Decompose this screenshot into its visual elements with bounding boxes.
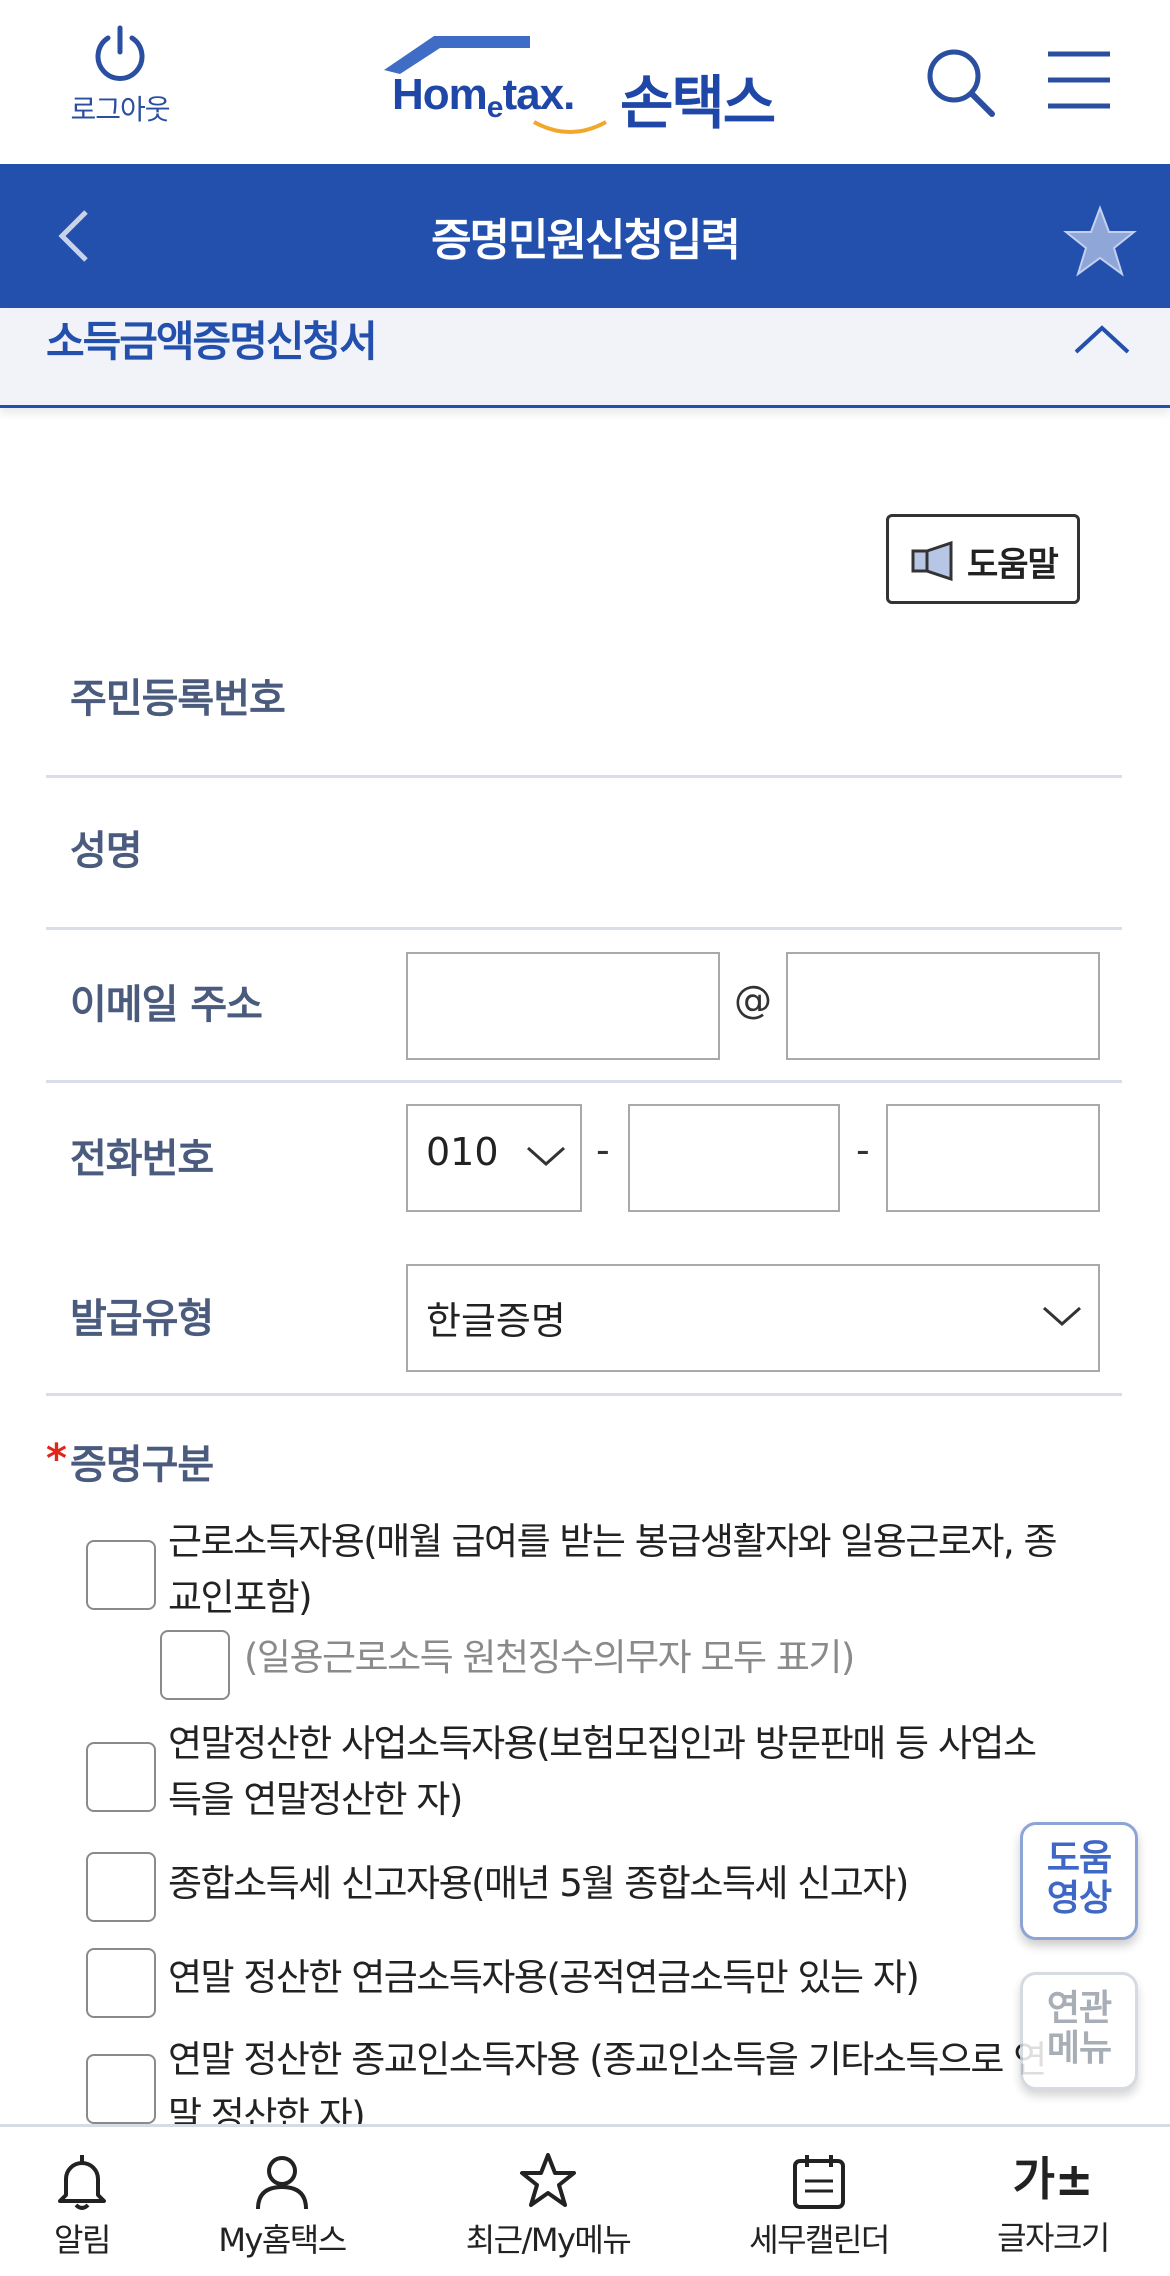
option-line: 연말 정산한 종교인소득자용 (종교인소득을 기타소득으로 연 (168, 2038, 1047, 2081)
phone-middle-input[interactable] (630, 1106, 838, 1210)
divider (46, 1393, 1122, 1396)
phone-last-field[interactable] (886, 1104, 1100, 1212)
divider (46, 927, 1122, 930)
power-icon (95, 25, 145, 81)
nav-my-hometax-label: My홈택스 (218, 2221, 347, 2259)
option-pension-income-label: 연말 정산한 연금소득자용(공적연금소득만 있는 자) (168, 1956, 920, 1999)
chevron-down-icon (527, 1146, 565, 1167)
option-earned-income-label: 근로소득자용(매월 급여를 받는 봉급생활자와 일용근로자, 종 교인포함) (168, 1514, 1108, 1626)
page-title: 증명민원신청입력 (431, 215, 741, 266)
checkbox-business-income[interactable] (86, 1742, 156, 1812)
checkbox-pension-income[interactable] (86, 1948, 156, 2018)
phone-dash: - (856, 1128, 870, 1172)
help-button[interactable]: 도움말 (886, 514, 1080, 604)
issue-type-select[interactable]: 한글증명 (406, 1264, 1100, 1372)
logo-korean-text: 손택스 (620, 69, 776, 137)
option-daily-withholding-label: (일용근로소득 원천징수의무자 모두 표기) (244, 1636, 855, 1679)
logo-text: Hometax. (392, 70, 575, 124)
nav-alert-label: 알림 (54, 2221, 111, 2259)
option-line: 근로소득자용(매월 급여를 받는 봉급생활자와 일용근로자, 종 (168, 1520, 1058, 1563)
bell-icon (58, 2155, 106, 2210)
email-at-sign: @ (734, 978, 772, 1022)
logo-e-text: e (486, 91, 504, 124)
top-header: 로그아웃 Hometax. 손택스 (0, 0, 1170, 164)
person-icon (256, 2156, 308, 2210)
phone-last-input[interactable] (888, 1106, 1098, 1210)
star-icon (1063, 205, 1137, 277)
email-domain-field[interactable] (786, 952, 1100, 1060)
email-label: 이메일 주소 (70, 982, 263, 1028)
hamburger-icon (1048, 51, 1110, 109)
email-local-field[interactable] (406, 952, 720, 1060)
related-menu-line: 메뉴 (1046, 2028, 1112, 2069)
chevron-up-icon (1074, 325, 1130, 354)
search-icon (927, 49, 995, 117)
help-label: 도움말 (967, 545, 1059, 585)
star-outline-icon (520, 2153, 576, 2207)
phone-dash: - (596, 1128, 610, 1172)
checkbox-religious-income[interactable] (86, 2054, 156, 2124)
resident-number-label: 주민등록번호 (70, 676, 286, 722)
calendar-icon (793, 2155, 845, 2209)
nav-tax-calendar[interactable]: 세무캘린더 (734, 2127, 904, 2276)
logo-tax-text: tax. (502, 70, 575, 119)
checkbox-earned-income[interactable] (86, 1540, 156, 1610)
phone-prefix-value: 010 (426, 1130, 499, 1174)
video-help-button[interactable]: 도움 영상 (1020, 1822, 1138, 1940)
nav-recent-menu[interactable]: 최근/My메뉴 (448, 2127, 648, 2276)
chevron-down-icon (1043, 1306, 1081, 1327)
title-bar: 증명민원신청입력 (0, 164, 1170, 308)
nav-alert[interactable]: 알림 (20, 2127, 144, 2276)
option-line: 득을 연말정산한 자) (168, 1778, 463, 1821)
logo-home-text: Hom (392, 70, 488, 119)
nav-font-size-label: 글자크기 (997, 2219, 1110, 2257)
video-help-line: 영상 (1046, 1878, 1112, 1919)
menu-button[interactable] (1044, 46, 1114, 116)
hometax-logo[interactable]: Hometax. 손택스 (380, 30, 800, 140)
related-menu-line: 연관 (1046, 1988, 1112, 2029)
phone-prefix-select[interactable]: 010 (406, 1104, 582, 1212)
checkbox-global-income[interactable] (86, 1852, 156, 1922)
speaker-icon (911, 541, 953, 581)
nav-tax-calendar-label: 세무캘린더 (749, 2221, 890, 2259)
logout-button[interactable]: 로그아웃 (52, 24, 188, 134)
video-help-line: 도움 (1046, 1838, 1112, 1879)
nav-recent-menu-label: 최근/My메뉴 (465, 2221, 632, 2259)
nav-my-hometax[interactable]: My홈택스 (200, 2127, 364, 2276)
cert-type-label: 증명구분 (70, 1442, 214, 1488)
checkbox-daily-withholding[interactable] (160, 1630, 230, 1700)
required-mark: * (46, 1436, 67, 1482)
divider (46, 1080, 1122, 1083)
font-size-icon: 가± (1012, 2152, 1094, 2206)
nav-font-size[interactable]: 가± 글자크기 (978, 2127, 1128, 2276)
email-domain-input[interactable] (788, 954, 1098, 1058)
search-button[interactable] (922, 44, 998, 120)
option-line: 말 정산한 자) (168, 2094, 366, 2124)
issue-type-label: 발급유형 (70, 1296, 214, 1342)
collapse-button[interactable] (1072, 320, 1132, 360)
option-line: 연말정산한 사업소득자용(보험모집인과 방문판매 등 사업소 (168, 1722, 1037, 1765)
option-line: 교인포함) (168, 1576, 313, 1619)
divider (46, 775, 1122, 778)
phone-middle-field[interactable] (628, 1104, 840, 1212)
phone-label: 전화번호 (70, 1136, 214, 1182)
section-header[interactable]: 소득금액증명신청서 (0, 308, 1170, 408)
logout-label: 로그아웃 (70, 93, 170, 126)
bottom-nav: 알림 My홈택스 최근/My메뉴 세무캘린더 가± 글자크기 (0, 2124, 1170, 2273)
section-title: 소득금액증명신청서 (46, 317, 378, 366)
email-local-input[interactable] (408, 954, 718, 1058)
name-label: 성명 (70, 828, 143, 874)
option-religious-income-label: 연말 정산한 종교인소득자용 (종교인소득을 기타소득으로 연 말 정산한 자) (168, 2032, 1108, 2124)
related-menu-button[interactable]: 연관 메뉴 (1020, 1972, 1138, 2090)
option-business-income-label: 연말정산한 사업소득자용(보험모집인과 방문판매 등 사업소 득을 연말정산한 … (168, 1716, 1108, 1828)
logo-smile-icon (533, 120, 607, 134)
favorite-button[interactable] (1062, 204, 1138, 280)
option-global-income-label: 종합소득세 신고자용(매년 5월 종합소득세 신고자) (168, 1862, 909, 1905)
issue-type-value: 한글증명 (426, 1299, 566, 1343)
